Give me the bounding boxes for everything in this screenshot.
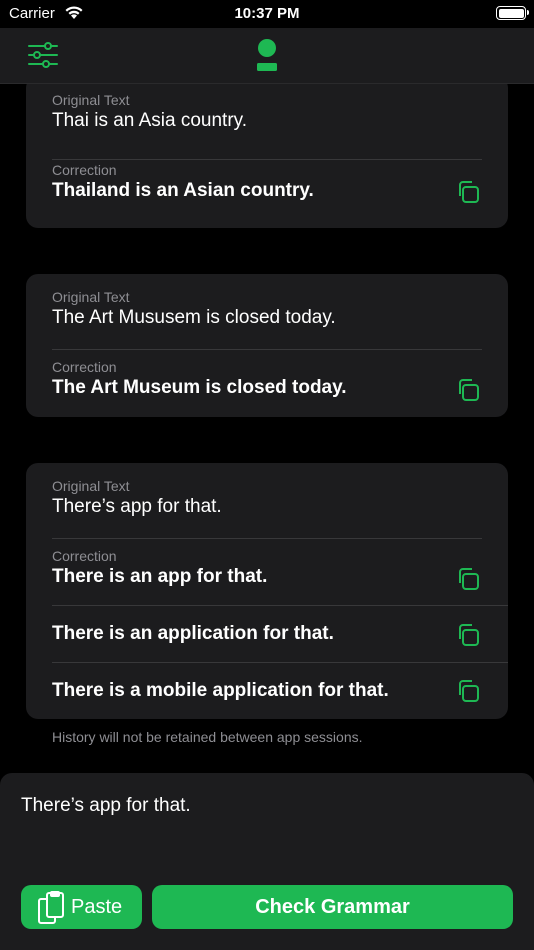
original-text: Thai is an Asia country. (52, 110, 248, 131)
history-card: Original Text The Art Mususem is closed … (26, 274, 508, 417)
correction-label: Correction (52, 162, 117, 178)
original-text: The Art Mususem is closed today. (52, 307, 336, 328)
copy-icon[interactable] (456, 679, 480, 703)
divider (52, 538, 482, 539)
history-footnote: History will not be retained between app… (52, 729, 363, 745)
original-section: Original Text Thai is an Asia country. (52, 92, 247, 132)
screen: Carrier 10:37 PM Original Text Thai is a… (0, 0, 534, 950)
copy-icon[interactable] (456, 623, 480, 647)
app-logo-icon (257, 39, 277, 71)
paste-button[interactable]: Paste (21, 885, 142, 929)
correction-section: Correction Thailand is an Asian country. (52, 162, 314, 202)
correction-text: There is an application for that. (52, 623, 334, 644)
original-section: Original Text The Art Mususem is closed … (52, 289, 336, 329)
original-text: There’s app for that. (52, 496, 222, 517)
correction-section: Correction The Art Museum is closed toda… (52, 359, 347, 399)
divider (52, 159, 482, 160)
input-panel: There’s app for that. Paste Check Gramma… (0, 773, 534, 950)
copy-icon[interactable] (456, 180, 480, 204)
original-section: Original Text There’s app for that. (52, 478, 222, 518)
correction-text: The Art Museum is closed today. (52, 377, 347, 398)
check-grammar-button[interactable]: Check Grammar (152, 885, 513, 929)
sliders-icon[interactable] (26, 40, 60, 70)
history-card: Original Text There’s app for that. Corr… (26, 463, 508, 719)
nav-bar (0, 28, 534, 84)
status-bar: Carrier 10:37 PM (0, 0, 534, 28)
correction-text: There is an app for that. (52, 566, 268, 587)
battery-icon (496, 6, 529, 20)
history-list[interactable]: Original Text Thai is an Asia country. C… (0, 84, 534, 774)
correction-text: There is a mobile application for that. (52, 680, 389, 701)
clipboard-icon (38, 891, 64, 924)
copy-icon[interactable] (456, 378, 480, 402)
divider (52, 349, 482, 350)
correction-label: Correction (52, 359, 117, 375)
text-input[interactable]: There’s app for that. (21, 795, 511, 875)
divider (52, 605, 508, 606)
history-card: Original Text Thai is an Asia country. C… (26, 84, 508, 228)
correction-section: Correction There is an app for that. (52, 548, 267, 588)
original-text-label: Original Text (52, 289, 130, 305)
divider (52, 662, 508, 663)
status-time: 10:37 PM (234, 5, 300, 22)
paste-button-label: Paste (71, 896, 123, 918)
original-text-label: Original Text (52, 478, 130, 494)
correction-label: Correction (52, 548, 117, 564)
original-text-label: Original Text (52, 92, 130, 108)
copy-icon[interactable] (456, 567, 480, 591)
correction-text: Thailand is an Asian country. (52, 180, 314, 201)
